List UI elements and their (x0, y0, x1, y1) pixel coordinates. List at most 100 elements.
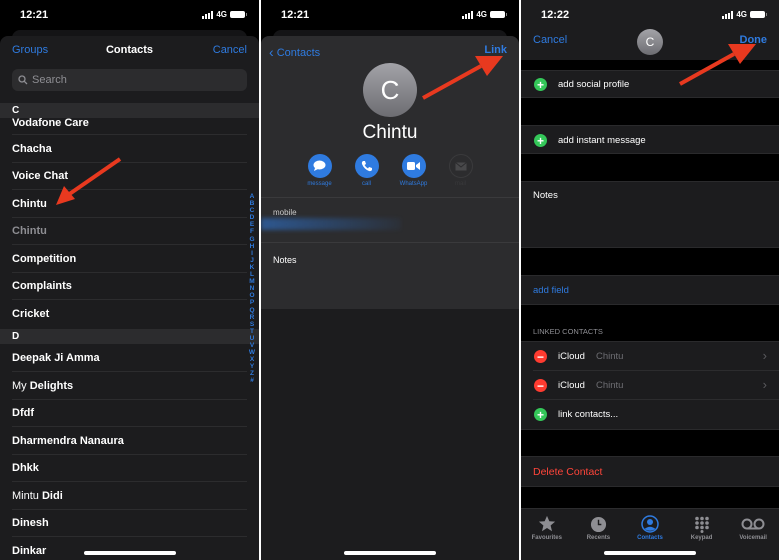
mobile-label: mobile (273, 208, 297, 217)
index-letter[interactable]: Z (250, 370, 254, 377)
network-label: 4G (216, 10, 227, 19)
mail-action-button: mail (447, 154, 475, 187)
contact-row[interactable]: Dhkk (12, 455, 247, 482)
contact-row[interactable]: Complaints (12, 273, 247, 300)
contact-row[interactable]: Dinesh (12, 510, 247, 537)
tab-favourites[interactable]: Favourites (522, 515, 572, 560)
contact-row[interactable]: My Delights (12, 373, 247, 400)
index-letter[interactable]: R (250, 314, 255, 321)
index-letter[interactable]: C (250, 207, 255, 214)
message-icon (313, 160, 326, 171)
avatar: C (637, 29, 663, 55)
search-icon (18, 75, 28, 85)
linked-contact-row[interactable]: − iCloud Chintu › (533, 371, 779, 400)
status-time: 12:21 (20, 9, 49, 21)
index-letter[interactable]: W (249, 349, 255, 356)
cancel-button[interactable]: Cancel (213, 44, 247, 56)
index-letter[interactable]: A (250, 193, 255, 200)
index-letter[interactable]: K (250, 264, 255, 271)
home-indicator (344, 551, 436, 555)
add-instant-message-row[interactable]: + add instant message (521, 125, 779, 154)
contact-row[interactable]: Voice Chat (12, 163, 247, 190)
remove-icon[interactable]: − (534, 379, 547, 392)
star-icon (538, 515, 555, 532)
status-bar: 12:21 4G (0, 0, 259, 30)
index-letter[interactable]: J (250, 257, 254, 264)
index-letter[interactable]: H (250, 243, 255, 250)
index-letter[interactable]: D (250, 214, 255, 221)
index-letter[interactable]: V (250, 342, 254, 349)
tab-voicemail[interactable]: Voicemail (728, 515, 778, 560)
add-icon: + (534, 78, 547, 91)
index-letter[interactable]: T (250, 328, 254, 335)
index-letter[interactable]: O (249, 292, 254, 299)
contact-row[interactable]: Chintu (12, 218, 247, 245)
section-header-d: D (0, 329, 259, 344)
index-letter[interactable]: Y (250, 363, 254, 370)
status-bar: 12:21 4G (261, 0, 519, 30)
index-letter[interactable]: Q (249, 307, 254, 314)
avatar: C (363, 63, 417, 117)
call-action-button[interactable]: call (353, 154, 381, 187)
index-letter[interactable]: M (249, 278, 254, 285)
message-action-button[interactable]: message (306, 154, 334, 187)
contacts-picker-screen: 12:21 4G Groups Contacts Cancel Search C… (0, 0, 259, 560)
linked-contacts-header: LINKED CONTACTS (533, 327, 603, 336)
battery-icon (750, 11, 767, 18)
linked-contact-row[interactable]: − iCloud Chintu › (533, 342, 779, 371)
contact-row[interactable]: Dinkar (12, 538, 247, 560)
index-letter[interactable]: B (250, 200, 255, 207)
contact-row[interactable]: Competition (12, 246, 247, 273)
index-letter[interactable]: N (250, 285, 255, 292)
annotation-arrow-icon (679, 44, 756, 86)
index-letter[interactable]: U (250, 335, 255, 342)
notes-field[interactable]: Notes (521, 181, 779, 248)
back-button[interactable]: ‹ Contacts (269, 44, 320, 60)
index-letter[interactable]: E (250, 221, 254, 228)
quick-actions: message call WhatsApp mail (261, 154, 519, 187)
home-indicator (604, 551, 696, 555)
index-letter[interactable]: X (250, 356, 254, 363)
link-contacts-button[interactable]: + link contacts... (521, 400, 779, 430)
notes-field[interactable] (261, 244, 519, 309)
signal-icon (722, 10, 734, 19)
contact-row[interactable]: Dfdf (12, 400, 247, 427)
contact-edit-screen: 12:22 4G Cancel Done C + add social prof… (521, 0, 779, 560)
contact-row[interactable]: Deepak Ji Amma (12, 345, 247, 372)
contact-row[interactable]: Mintu Didi (12, 483, 247, 510)
chevron-right-icon: › (762, 348, 767, 363)
index-letter[interactable]: F (250, 228, 254, 235)
contact-row[interactable]: Vodafone Care (12, 108, 247, 135)
search-input[interactable]: Search (12, 69, 247, 91)
remove-icon[interactable]: − (534, 350, 547, 363)
delete-contact-button[interactable]: Delete Contact (521, 456, 779, 487)
signal-icon (462, 10, 474, 19)
clock-icon (590, 516, 606, 532)
keypad-icon (694, 516, 709, 533)
contact-row-chintu[interactable]: Chintu (12, 191, 247, 218)
contact-row[interactable]: Dharmendra Nanaura (12, 428, 247, 455)
index-letter[interactable]: G (249, 236, 254, 243)
index-letter[interactable]: S (250, 321, 254, 328)
signal-icon (202, 10, 214, 19)
cancel-button[interactable]: Cancel (533, 34, 567, 46)
alphabet-index-scrubber[interactable]: A B C D E F G H I J K L M N O P Q R S T U V W X Y Z # (247, 193, 257, 385)
chevron-right-icon: › (762, 377, 767, 392)
voicemail-icon (741, 518, 765, 530)
index-letter[interactable]: I (251, 250, 253, 257)
add-icon: + (534, 134, 547, 147)
add-field-button[interactable]: add field (521, 275, 779, 305)
whatsapp-action-button[interactable]: WhatsApp (400, 154, 428, 187)
index-letter[interactable]: P (250, 299, 254, 306)
phone-icon (361, 161, 372, 172)
add-icon: + (534, 408, 547, 421)
contact-row[interactable]: Chacha (12, 136, 247, 163)
status-time: 12:21 (281, 9, 310, 21)
person-circle-icon (641, 515, 659, 533)
mobile-field[interactable]: mobile (261, 198, 519, 243)
contact-row[interactable]: Cricket (12, 301, 247, 328)
network-label: 4G (476, 10, 487, 19)
index-letter[interactable]: # (250, 377, 254, 384)
network-label: 4G (736, 10, 747, 19)
index-letter[interactable]: L (250, 271, 254, 278)
